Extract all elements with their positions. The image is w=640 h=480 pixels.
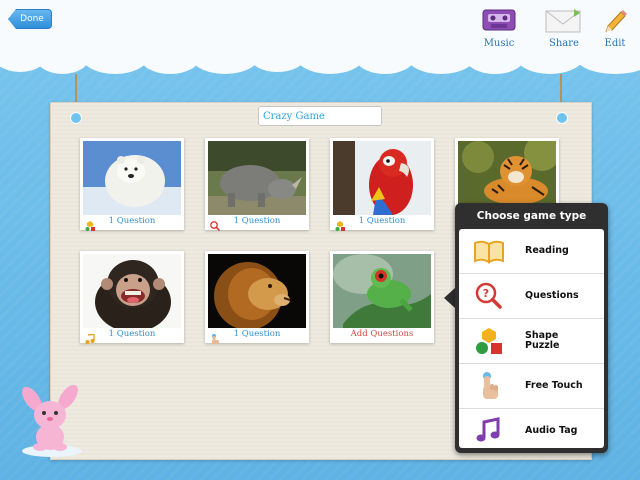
polar-bear-image	[83, 141, 181, 215]
book-icon	[473, 236, 505, 266]
finger-touch-icon	[473, 371, 505, 401]
board-pin-right	[556, 112, 568, 124]
cassette-icon	[482, 8, 516, 34]
add-questions-label[interactable]: Add Questions	[330, 327, 434, 341]
svg-text:?: ?	[483, 287, 489, 300]
rhinoceros-image	[208, 141, 306, 215]
game-type-shape-puzzle[interactable]: Shape Puzzle	[459, 319, 604, 364]
game-type-list: Reading ? Questions Shape Puzzle Free To…	[459, 229, 604, 448]
music-button[interactable]: Music	[480, 8, 518, 49]
game-type-free-touch[interactable]: Free Touch	[459, 364, 604, 409]
shape-label-line2: Puzzle	[525, 340, 560, 351]
board-pin-left	[70, 112, 82, 124]
chimpanzee-image	[83, 254, 181, 328]
card-tree-frog[interactable]: Add Questions	[330, 251, 434, 343]
shapes-icon	[473, 326, 505, 356]
pencil-icon	[601, 8, 629, 34]
card-label: 1 Question	[233, 329, 281, 339]
game-title-input[interactable]: Crazy Game	[258, 106, 382, 126]
popover-title: Choose game type	[476, 210, 587, 222]
card-macaw[interactable]: 1 Question	[330, 138, 434, 231]
card-rhinoceros[interactable]: 1 Question	[205, 138, 309, 232]
magnifier-question-icon: ?	[473, 281, 505, 311]
game-type-audio-tag[interactable]: Audio Tag	[459, 409, 604, 448]
card-label: 1 Question	[358, 216, 406, 226]
music-label: Music	[483, 38, 515, 49]
game-type-questions[interactable]: ? Questions	[459, 274, 604, 319]
envelope-icon	[544, 8, 584, 34]
card-label: 1 Question	[108, 216, 156, 226]
game-type-reading[interactable]: Reading	[459, 229, 604, 274]
macaw-image	[333, 141, 431, 215]
tree-frog-image	[333, 254, 431, 328]
card-polar-bear[interactable]: 1 Question	[80, 138, 184, 231]
music-note-icon	[473, 416, 505, 446]
edit-label: Edit	[604, 38, 626, 49]
done-button[interactable]: Done	[8, 9, 52, 29]
bunny-mascot	[14, 384, 88, 457]
choose-game-type-popover: Choose game type Reading ? Questions Sha…	[455, 203, 608, 453]
card-chimpanzee[interactable]: 1 Question	[80, 251, 184, 344]
card-lion[interactable]: 1 Question	[205, 251, 309, 344]
popover-arrow	[444, 288, 455, 308]
share-button[interactable]: Share	[543, 8, 585, 49]
edit-button[interactable]: Edit	[600, 8, 630, 49]
lion-image	[208, 254, 306, 328]
share-label: Share	[549, 38, 579, 49]
card-label: 1 Question	[108, 329, 156, 339]
card-label: 1 Question	[233, 216, 281, 226]
